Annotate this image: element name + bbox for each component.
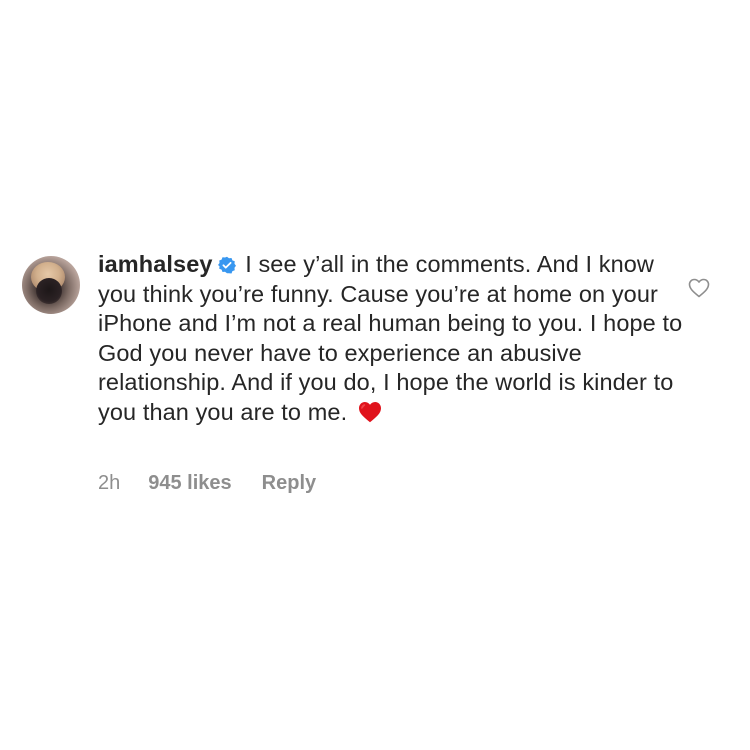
avatar[interactable] bbox=[22, 256, 80, 314]
heart-outline-icon[interactable] bbox=[687, 276, 711, 300]
comment: iamhalsey I see y’all in the comments. A… bbox=[22, 250, 728, 510]
likes-count[interactable]: 945 likes bbox=[148, 472, 231, 495]
verified-badge-icon bbox=[217, 252, 236, 274]
avatar-face bbox=[36, 278, 62, 304]
username-link[interactable]: iamhalsey bbox=[98, 251, 213, 277]
comment-meta: 2h 945 likes Reply bbox=[98, 472, 316, 495]
reply-button[interactable]: Reply bbox=[262, 472, 316, 495]
comment-timestamp: 2h bbox=[98, 472, 121, 494]
comment-text: I see y’all in the comments. And I know … bbox=[98, 251, 683, 425]
red-heart-emoji-icon bbox=[358, 401, 382, 423]
comment-body: iamhalsey I see y’all in the comments. A… bbox=[98, 250, 688, 427]
